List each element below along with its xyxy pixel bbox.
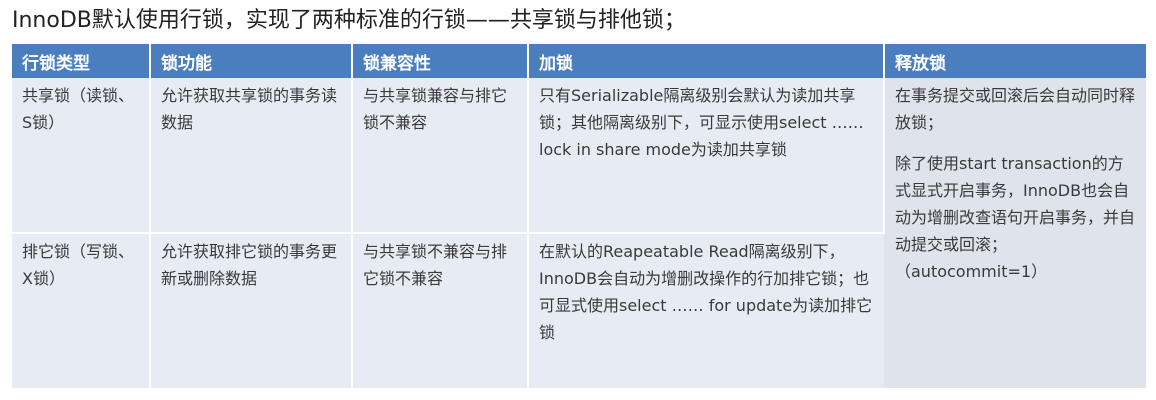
cell-shared-lock-function: 允许获取共享锁的事务读数据 <box>150 78 353 234</box>
table-row-shared-lock: 共享锁（读锁、S锁） 允许获取共享锁的事务读数据 与共享锁兼容与排它锁不兼容 只… <box>12 78 1146 390</box>
header-locking: 加锁 <box>528 44 885 78</box>
row-lock-table: 行锁类型 锁功能 锁兼容性 加锁 释放锁 共享锁（读锁、S锁） 允许获取共享锁的… <box>12 44 1146 390</box>
release-text-auto: 在事务提交或回滚后会自动同时释放锁； <box>895 86 1136 132</box>
page-heading: InnoDB默认使用行锁，实现了两种标准的行锁——共享锁与排他锁； <box>12 8 686 33</box>
cell-shared-lock-type: 共享锁（读锁、S锁） <box>12 78 151 234</box>
header-release-lock: 释放锁 <box>884 44 1146 78</box>
cell-release-lock: 在事务提交或回滚后会自动同时释放锁； 除了使用start transaction… <box>884 78 1146 390</box>
release-text-autocommit: （autocommit=1） <box>895 262 1048 281</box>
cell-shared-lock-compatibility: 与共享锁兼容与排它锁不兼容 <box>352 78 529 234</box>
header-lock-function: 锁功能 <box>150 44 353 78</box>
cell-exclusive-lock-function: 允许获取排它锁的事务更新或删除数据 <box>150 233 353 390</box>
cell-exclusive-lock-compatibility: 与共享锁不兼容与排它锁不兼容 <box>352 233 529 390</box>
cell-exclusive-lock-locking: 在默认的Reapeatable Read隔离级别下，InnoDB会自动为增删改操… <box>528 233 884 390</box>
release-text-transaction: 除了使用start transaction的方式显式开启事务，InnoDB也会自… <box>895 154 1136 254</box>
header-lock-type: 行锁类型 <box>12 44 151 78</box>
header-lock-compatibility: 锁兼容性 <box>352 44 529 78</box>
table-header-row: 行锁类型 锁功能 锁兼容性 加锁 释放锁 <box>12 44 1146 78</box>
cell-exclusive-lock-type: 排它锁（写锁、X锁） <box>12 233 151 390</box>
cell-shared-lock-locking: 只有Serializable隔离级别会默认为读加共享锁；其他隔离级别下，可显示使… <box>528 78 885 234</box>
